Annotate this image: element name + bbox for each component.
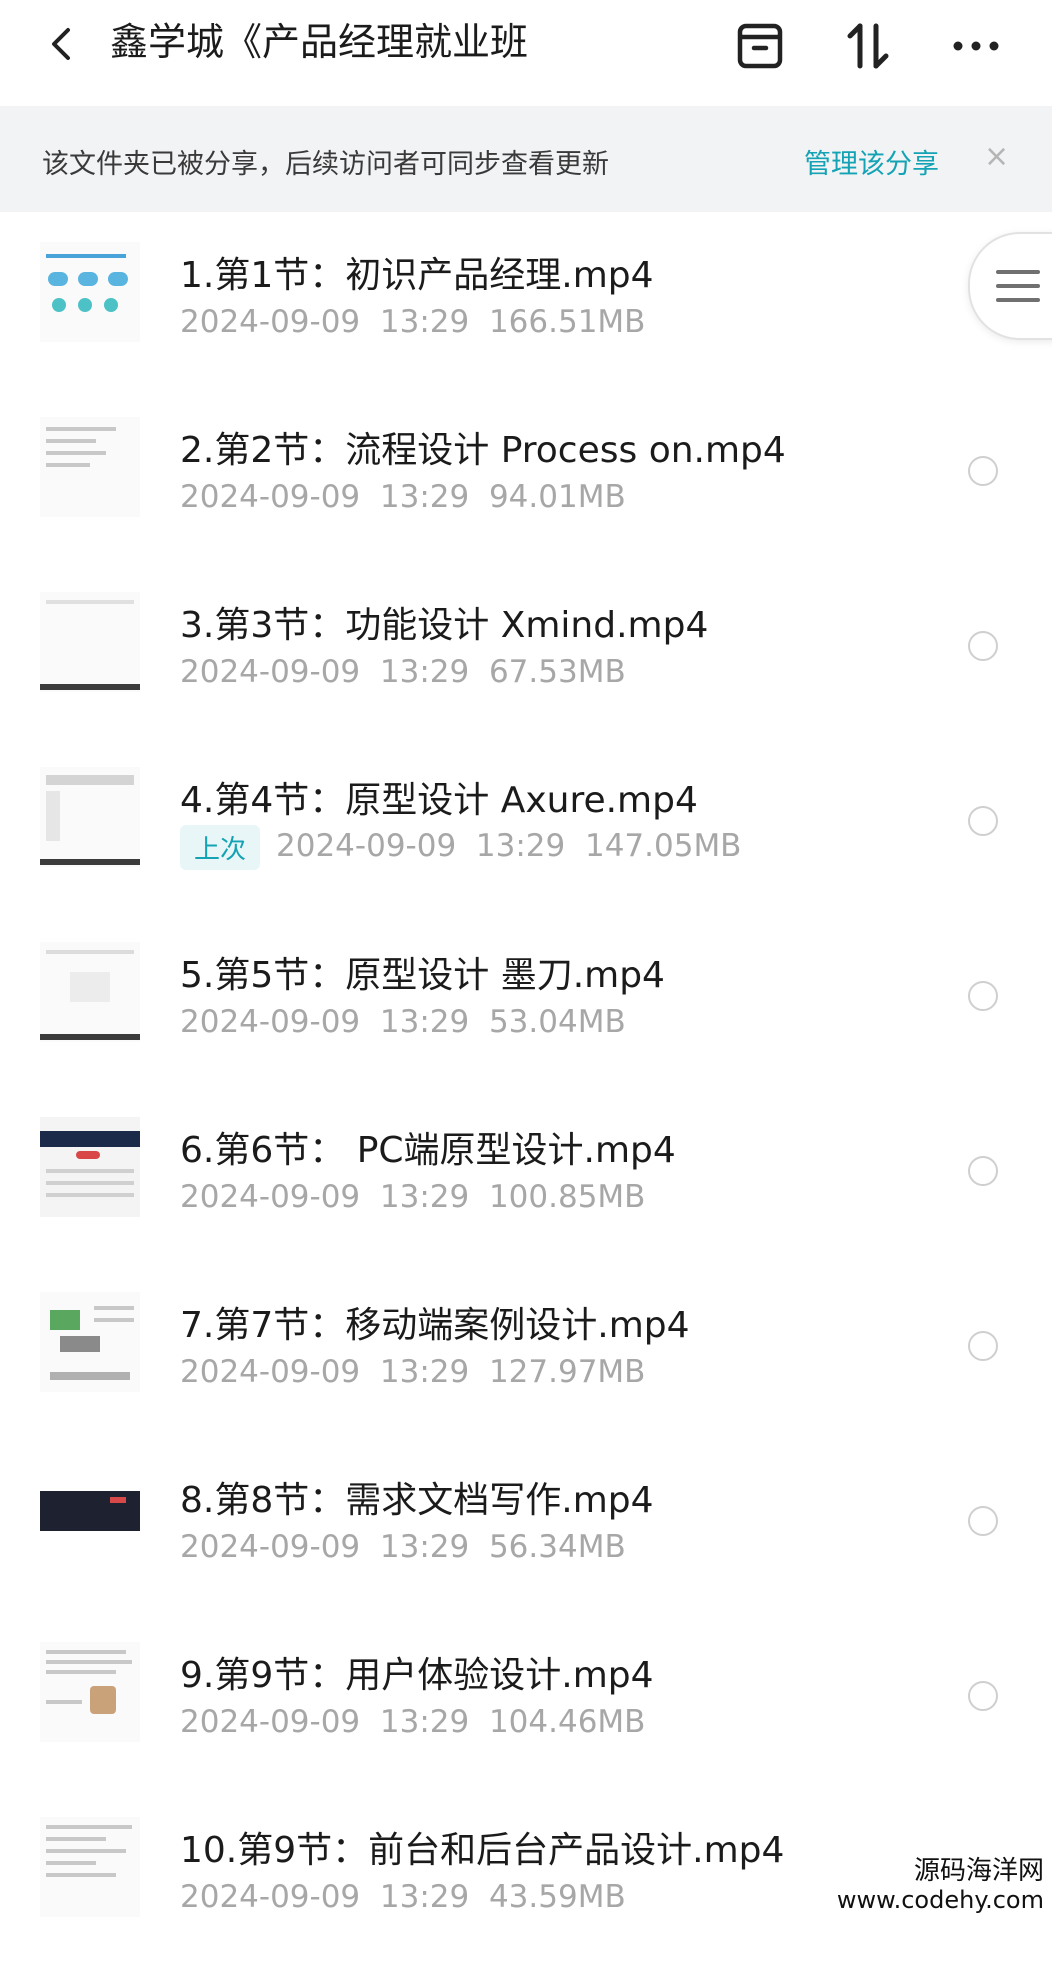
file-date: 2024-09-09 bbox=[276, 828, 457, 864]
file-meta: 2024-09-09 13:29 104.46MB bbox=[180, 1704, 645, 1740]
share-notice-text: 该文件夹已被分享，后续访问者可同步查看更新 bbox=[42, 149, 609, 180]
file-time: 13:29 bbox=[379, 479, 470, 515]
file-meta: 2024-09-09 13:29 67.53MB bbox=[180, 654, 626, 690]
file-time: 13:29 bbox=[379, 1179, 470, 1215]
video-thumbnail bbox=[40, 767, 140, 867]
select-radio[interactable] bbox=[968, 1156, 998, 1186]
file-time: 13:29 bbox=[379, 1004, 470, 1040]
top-bar: 鑫学城《产品经理就业班 bbox=[0, 0, 1052, 106]
select-radio[interactable] bbox=[968, 631, 998, 661]
archive-button[interactable] bbox=[732, 18, 788, 74]
video-thumbnail bbox=[40, 1817, 140, 1917]
file-time: 13:29 bbox=[379, 1879, 470, 1915]
close-banner-button[interactable]: × bbox=[984, 142, 1009, 172]
list-item[interactable]: 3.第3节：功能设计 Xmind.mp4 2024-09-09 13:29 67… bbox=[0, 562, 1052, 737]
video-thumbnail bbox=[40, 942, 140, 1042]
file-name: 3.第3节：功能设计 Xmind.mp4 bbox=[180, 605, 709, 646]
video-thumbnail bbox=[40, 592, 140, 692]
file-time: 13:29 bbox=[379, 304, 470, 340]
file-size: 127.97MB bbox=[488, 1354, 646, 1390]
last-viewed-badge: 上次 bbox=[180, 825, 261, 870]
list-item[interactable]: 6.第6节： PC端原型设计.mp4 2024-09-09 13:29 100.… bbox=[0, 1087, 1052, 1262]
sort-arrows-icon bbox=[847, 23, 889, 69]
file-size: 100.85MB bbox=[488, 1179, 646, 1215]
video-thumbnail bbox=[40, 1467, 140, 1567]
video-thumbnail bbox=[40, 417, 140, 517]
file-meta: 2024-09-09 13:29 166.51MB bbox=[180, 304, 645, 340]
menu-line bbox=[996, 270, 1040, 274]
menu-line bbox=[996, 298, 1040, 302]
file-size: 147.05MB bbox=[584, 828, 742, 864]
chevron-left-icon bbox=[52, 28, 70, 60]
box-icon bbox=[737, 23, 783, 69]
file-meta: 2024-09-09 13:29 94.01MB bbox=[180, 479, 626, 515]
file-meta: 2024-09-09 13:29 56.34MB bbox=[180, 1529, 626, 1565]
share-notice-banner: 该文件夹已被分享，后续访问者可同步查看更新 管理该分享 × bbox=[0, 106, 1052, 212]
list-item[interactable]: 8.第8节：需求文档写作.mp4 2024-09-09 13:29 56.34M… bbox=[0, 1437, 1052, 1612]
file-name: 10.第9节：前台和后台产品设计.mp4 bbox=[180, 1830, 785, 1871]
file-date: 2024-09-09 bbox=[180, 1004, 361, 1040]
video-thumbnail bbox=[40, 1642, 140, 1742]
more-button[interactable] bbox=[948, 18, 1004, 74]
file-size: 67.53MB bbox=[488, 654, 626, 690]
file-meta: 2024-09-09 13:29 100.85MB bbox=[180, 1179, 645, 1215]
file-name: 2.第2节：流程设计 Process on.mp4 bbox=[180, 430, 786, 471]
file-time: 13:29 bbox=[379, 1354, 470, 1390]
file-name: 9.第9节：用户体验设计.mp4 bbox=[180, 1655, 654, 1696]
file-meta: 2024-09-09 13:29 43.59MB bbox=[180, 1879, 626, 1915]
list-item[interactable]: 5.第5节：原型设计 墨刀.mp4 2024-09-09 13:29 53.04… bbox=[0, 912, 1052, 1087]
watermark-line2: www.codehy.com bbox=[836, 1886, 1044, 1914]
file-size: 56.34MB bbox=[488, 1529, 626, 1565]
file-date: 2024-09-09 bbox=[180, 304, 361, 340]
video-thumbnail bbox=[40, 242, 140, 342]
back-button[interactable] bbox=[40, 22, 84, 66]
file-name: 6.第6节： PC端原型设计.mp4 bbox=[180, 1130, 676, 1171]
file-size: 166.51MB bbox=[488, 304, 646, 340]
select-radio[interactable] bbox=[968, 1681, 998, 1711]
video-thumbnail bbox=[40, 1292, 140, 1392]
file-meta: 上次 2024-09-09 13:29 147.05MB bbox=[180, 825, 741, 870]
file-name: 4.第4节：原型设计 Axure.mp4 bbox=[180, 780, 698, 821]
file-size: 53.04MB bbox=[488, 1004, 626, 1040]
list-item[interactable]: 9.第9节：用户体验设计.mp4 2024-09-09 13:29 104.46… bbox=[0, 1612, 1052, 1787]
file-name: 5.第5节：原型设计 墨刀.mp4 bbox=[180, 955, 665, 996]
file-time: 13:29 bbox=[379, 1704, 470, 1740]
menu-line bbox=[996, 284, 1040, 288]
file-name: 8.第8节：需求文档写作.mp4 bbox=[180, 1480, 654, 1521]
file-size: 43.59MB bbox=[488, 1879, 626, 1915]
file-size: 94.01MB bbox=[488, 479, 626, 515]
list-item[interactable]: 2.第2节：流程设计 Process on.mp4 2024-09-09 13:… bbox=[0, 387, 1052, 562]
list-item[interactable]: 1.第1节：初识产品经理.mp4 2024-09-09 13:29 166.51… bbox=[0, 212, 1052, 387]
file-time: 13:29 bbox=[475, 828, 566, 864]
file-date: 2024-09-09 bbox=[180, 479, 361, 515]
sort-button[interactable] bbox=[840, 18, 896, 74]
file-date: 2024-09-09 bbox=[180, 1879, 361, 1915]
more-horizontal-icon bbox=[953, 41, 999, 51]
file-date: 2024-09-09 bbox=[180, 1354, 361, 1390]
select-radio[interactable] bbox=[968, 456, 998, 486]
select-radio[interactable] bbox=[968, 1331, 998, 1361]
file-time: 13:29 bbox=[379, 1529, 470, 1565]
list-item[interactable]: 4.第4节：原型设计 Axure.mp4 上次 2024-09-09 13:29 … bbox=[0, 737, 1052, 912]
file-name: 1.第1节：初识产品经理.mp4 bbox=[180, 255, 654, 296]
manage-share-link[interactable]: 管理该分享 bbox=[804, 142, 939, 181]
file-date: 2024-09-09 bbox=[180, 1179, 361, 1215]
file-date: 2024-09-09 bbox=[180, 654, 361, 690]
select-radio[interactable] bbox=[968, 981, 998, 1011]
file-time: 13:29 bbox=[379, 654, 470, 690]
select-radio[interactable] bbox=[968, 806, 998, 836]
file-size: 104.46MB bbox=[488, 1704, 646, 1740]
list-item[interactable]: 7.第7节：移动端案例设计.mp4 2024-09-09 13:29 127.9… bbox=[0, 1262, 1052, 1437]
file-date: 2024-09-09 bbox=[180, 1704, 361, 1740]
file-meta: 2024-09-09 13:29 127.97MB bbox=[180, 1354, 645, 1390]
watermark: 源码海洋网 www.codehy.com bbox=[837, 1856, 1044, 1914]
file-date: 2024-09-09 bbox=[180, 1529, 361, 1565]
page-title: 鑫学城《产品经理就业班 bbox=[110, 20, 529, 64]
file-meta: 2024-09-09 13:29 53.04MB bbox=[180, 1004, 626, 1040]
video-thumbnail bbox=[40, 1117, 140, 1217]
select-radio[interactable] bbox=[968, 1506, 998, 1536]
file-name: 7.第7节：移动端案例设计.mp4 bbox=[180, 1305, 690, 1346]
watermark-line1: 源码海洋网 bbox=[913, 1856, 1044, 1886]
